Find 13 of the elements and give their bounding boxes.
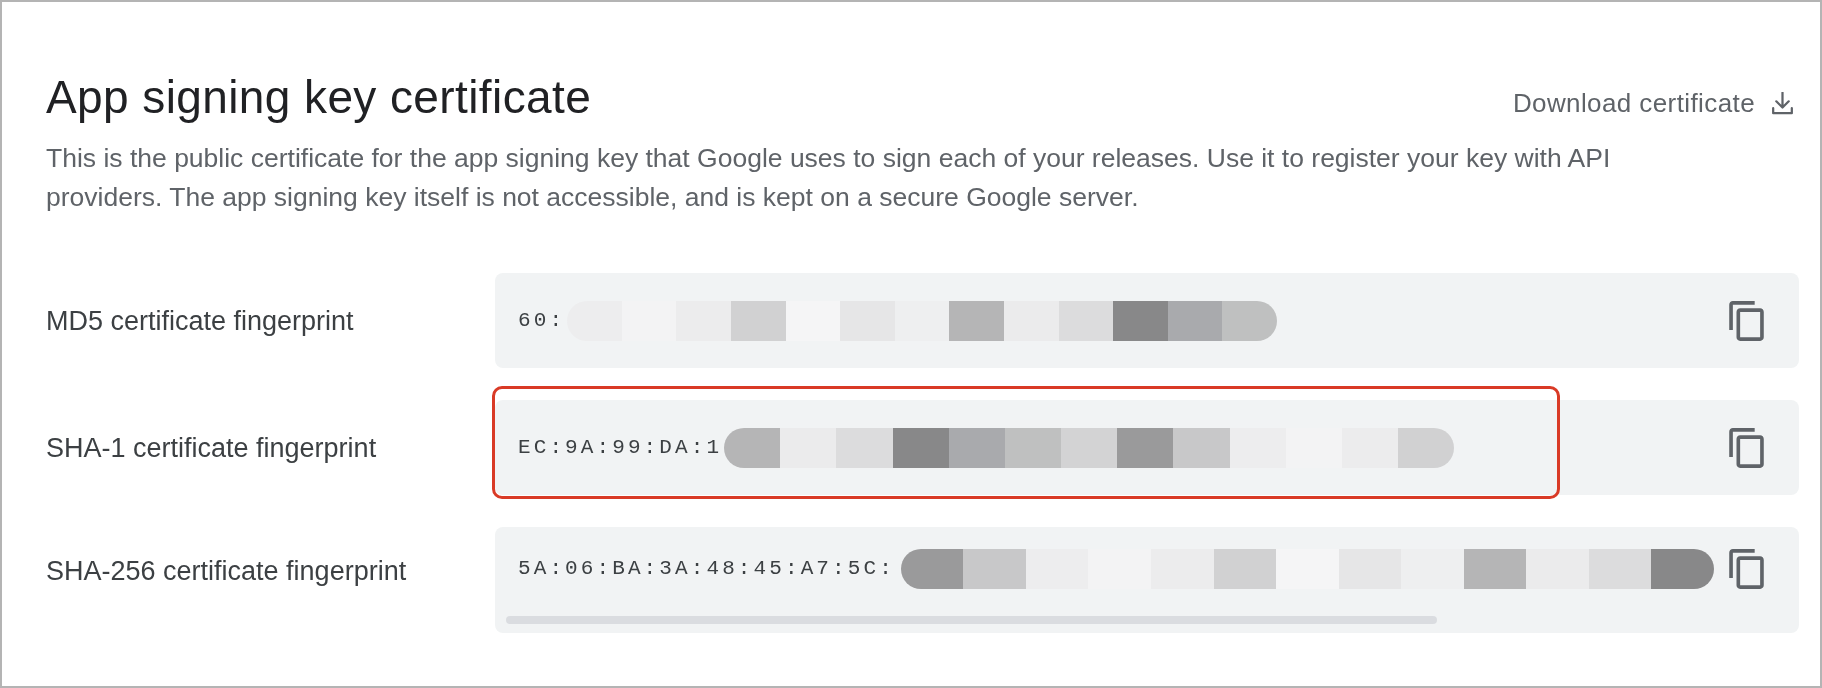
fingerprint-label: SHA-256 certificate fingerprint [46,555,407,587]
copy-icon[interactable] [1729,300,1764,341]
download-icon [1771,91,1794,115]
fingerprint-value: 60: [518,307,566,334]
fingerprint-value: 5A:06:BA:3A:48:45:A7:5C: [518,556,895,582]
section-title: App signing key certificate [46,70,592,124]
fingerprint-label: MD5 certificate fingerprint [46,304,354,337]
copy-icon[interactable] [1729,549,1764,589]
download-certificate-button[interactable]: Download certificate [1512,87,1794,119]
copy-icon[interactable] [1729,427,1764,468]
description-text: This is the public certificate for the app signing key that Google uses to sign each of your releases. Use it to register your key with API providers. The app signing key itself is not accessible, and is kept on a secure Google server. [46,142,1612,214]
fingerprint-value: EC:9A:99:DA:1 [518,434,723,461]
fingerprint-label: SHA-1 certificate fingerprint [46,431,377,464]
